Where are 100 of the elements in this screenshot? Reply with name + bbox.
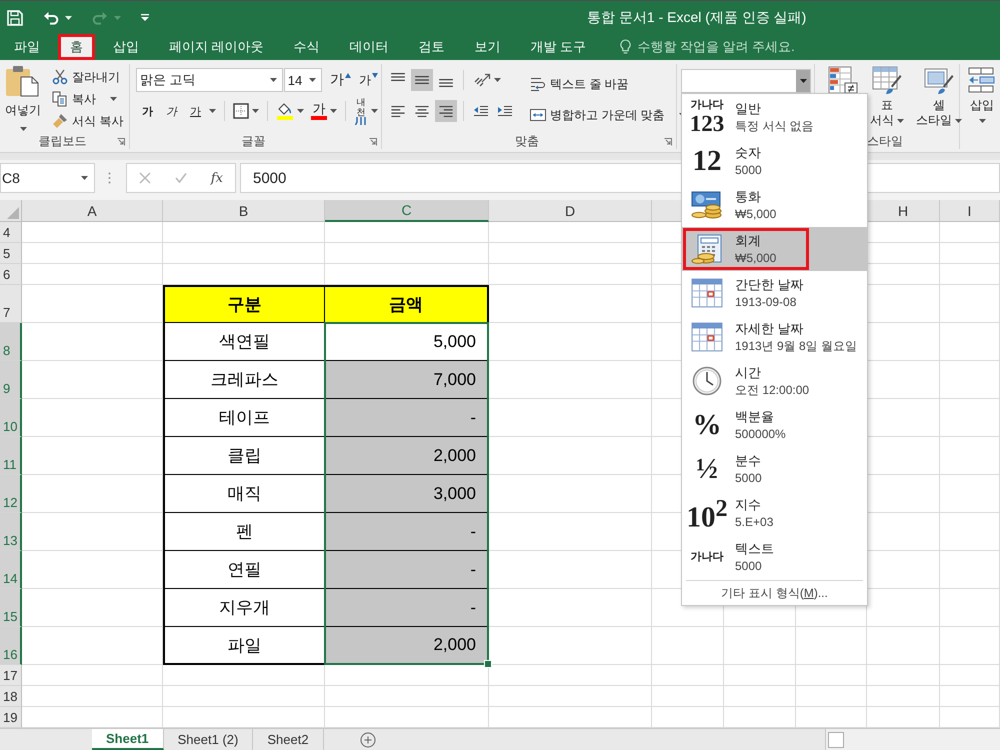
- empty-cell[interactable]: [163, 222, 325, 243]
- empty-cell[interactable]: [940, 437, 1000, 475]
- row-header[interactable]: 16: [0, 627, 22, 665]
- column-header[interactable]: C: [325, 200, 489, 222]
- menu-item[interactable]: 시간 오전 12:00:00: [682, 359, 867, 403]
- align-middle-button[interactable]: [411, 69, 433, 91]
- row-header[interactable]: 10: [0, 399, 22, 437]
- more-formats-link[interactable]: 기타 표시 형식(M)...: [682, 581, 867, 605]
- row-header[interactable]: 14: [0, 551, 22, 589]
- empty-cell[interactable]: [652, 665, 724, 686]
- italic-button[interactable]: 가: [160, 100, 183, 122]
- underline-button[interactable]: 가: [184, 100, 205, 122]
- format-as-table-button[interactable]: 표 서식: [870, 66, 904, 133]
- sheet-tab[interactable]: Sheet2: [253, 729, 324, 750]
- empty-cell[interactable]: [325, 243, 489, 264]
- empty-cell[interactable]: [489, 665, 652, 686]
- empty-cell[interactable]: [867, 627, 940, 665]
- empty-cell[interactable]: [724, 665, 796, 686]
- row-header[interactable]: 6: [0, 264, 22, 285]
- empty-cell[interactable]: [940, 323, 1000, 361]
- font-color-button[interactable]: 가: [308, 100, 340, 122]
- menu-item[interactable]: 회계 ₩5,000: [682, 227, 867, 271]
- empty-cell[interactable]: [325, 686, 489, 707]
- ribbon-tab[interactable]: 데이터: [338, 34, 401, 60]
- column-header[interactable]: I: [940, 200, 1000, 222]
- empty-cell[interactable]: [796, 686, 867, 707]
- sheet-tab[interactable]: Sheet1: [92, 729, 164, 750]
- row-header[interactable]: 4: [0, 222, 22, 243]
- empty-cell[interactable]: [940, 513, 1000, 551]
- empty-cell[interactable]: [940, 686, 1000, 707]
- empty-cell[interactable]: [163, 665, 325, 686]
- row-header[interactable]: 17: [0, 665, 22, 686]
- empty-cell[interactable]: [489, 323, 652, 361]
- corner-triangle-icon[interactable]: [7, 207, 19, 219]
- dropdown-button[interactable]: [796, 70, 810, 92]
- paste-button[interactable]: 여넣기: [0, 64, 46, 133]
- fill-handle[interactable]: [484, 660, 492, 668]
- merge-center-button[interactable]: 병합하고 가운데 맞춤: [528, 104, 688, 126]
- column-header[interactable]: A: [22, 200, 163, 222]
- empty-cell[interactable]: [940, 222, 1000, 243]
- empty-cell[interactable]: [796, 627, 867, 665]
- number-format-field[interactable]: [681, 69, 811, 93]
- menu-item[interactable]: 자세한 날짜 1913년 9월 8일 월요일: [682, 315, 867, 359]
- ribbon-tab[interactable]: 수식: [282, 34, 332, 60]
- menu-item[interactable]: 간단한 날짜 1913-09-08: [682, 271, 867, 315]
- row-header[interactable]: 18: [0, 686, 22, 707]
- column-header[interactable]: D: [489, 200, 652, 222]
- empty-cell[interactable]: [940, 399, 1000, 437]
- row-header[interactable]: 9: [0, 361, 22, 399]
- row-header[interactable]: 5: [0, 243, 22, 264]
- empty-cell[interactable]: [940, 589, 1000, 627]
- menu-item[interactable]: ½ 분수 5000: [682, 447, 867, 491]
- bold-button[interactable]: 가: [136, 100, 159, 122]
- menu-item[interactable]: % 백분율 500000%: [682, 403, 867, 447]
- format-painter-button[interactable]: 서식 복사: [50, 110, 126, 132]
- row-header[interactable]: 13: [0, 513, 22, 551]
- empty-cell[interactable]: [489, 264, 652, 285]
- column-header[interactable]: H: [867, 200, 940, 222]
- empty-cell[interactable]: [652, 686, 724, 707]
- grow-font-button[interactable]: 가: [327, 69, 354, 91]
- empty-cell[interactable]: [940, 665, 1000, 686]
- empty-cell[interactable]: [940, 361, 1000, 399]
- ribbon-tab[interactable]: 파일: [2, 34, 52, 60]
- phonetic-button[interactable]: 내천: [351, 100, 381, 122]
- menu-item[interactable]: 10$^{2}$ 지수 5.E+03: [682, 491, 867, 535]
- empty-cell[interactable]: [163, 243, 325, 264]
- font-name-field[interactable]: 맑은 고딕: [136, 68, 283, 92]
- empty-cell[interactable]: [940, 475, 1000, 513]
- row-header[interactable]: 19: [0, 707, 22, 728]
- empty-cell[interactable]: [867, 665, 940, 686]
- ribbon-tab[interactable]: 개발 도구: [518, 34, 598, 60]
- empty-cell[interactable]: [652, 627, 724, 665]
- row-header[interactable]: 15: [0, 589, 22, 627]
- horizontal-scrollbar[interactable]: [825, 729, 1000, 750]
- row-header[interactable]: 11: [0, 437, 22, 475]
- empty-cell[interactable]: [796, 665, 867, 686]
- name-box[interactable]: C8: [0, 163, 95, 193]
- ribbon-tab[interactable]: 검토: [406, 34, 457, 60]
- sheet-tab[interactable]: Sheet1 (2): [164, 729, 254, 750]
- empty-cell[interactable]: [940, 551, 1000, 589]
- ribbon-tab[interactable]: 삽입: [101, 34, 151, 60]
- cell-styles-button[interactable]: 셀 스타일: [916, 66, 962, 133]
- ribbon-tab[interactable]: 보기: [462, 34, 513, 60]
- column-header[interactable]: B: [163, 200, 325, 222]
- empty-cell[interactable]: [489, 686, 652, 707]
- align-right-button[interactable]: [435, 100, 457, 122]
- empty-cell[interactable]: [940, 627, 1000, 665]
- empty-cell[interactable]: [325, 222, 489, 243]
- corner-arrow-icon[interactable]: [664, 138, 672, 146]
- copy-button[interactable]: 복사: [50, 88, 126, 110]
- row-header[interactable]: 12: [0, 475, 22, 513]
- empty-cell[interactable]: [724, 627, 796, 665]
- cut-button[interactable]: 잘라내기: [50, 66, 126, 88]
- corner-arrow-icon[interactable]: [369, 138, 377, 146]
- empty-cell[interactable]: [724, 686, 796, 707]
- empty-cell[interactable]: [940, 243, 1000, 264]
- row-header[interactable]: 7: [0, 285, 22, 323]
- empty-cell[interactable]: [867, 686, 940, 707]
- font-size-field[interactable]: 14: [284, 68, 322, 92]
- insert-function-button[interactable]: fx: [210, 168, 223, 188]
